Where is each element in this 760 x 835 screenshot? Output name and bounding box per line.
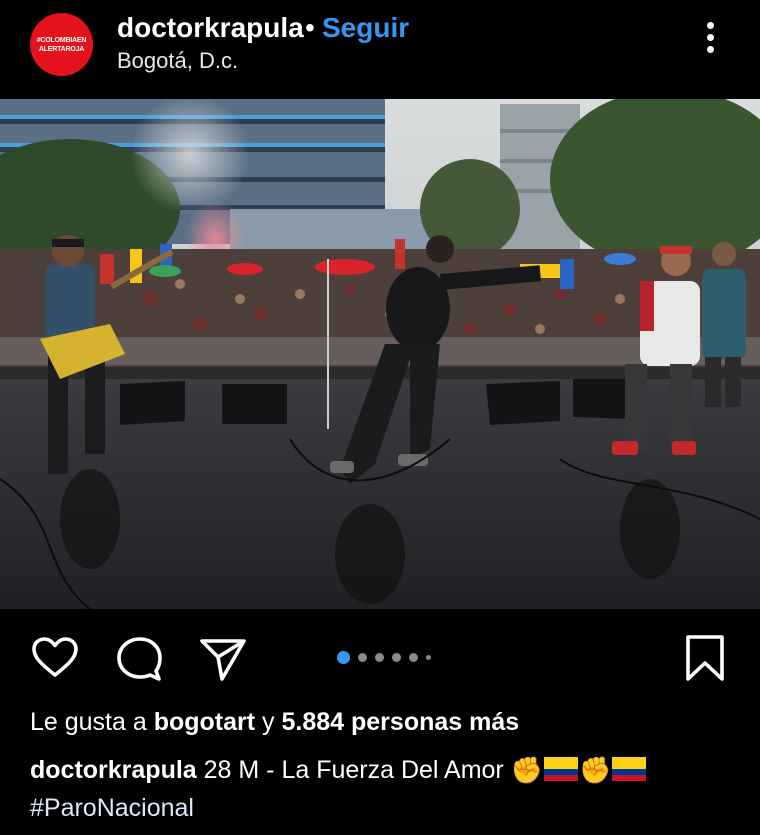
carousel-dot [426,655,431,660]
hashtag-link[interactable]: #ParoNacional [30,794,194,822]
username[interactable]: doctorkrapula [117,12,304,44]
avatar-text-line-1: #COLOMBIAEN [36,36,87,44]
share-icon[interactable] [198,633,248,683]
likes-middle: y [255,708,282,736]
caption-text: 28 M - La Fuerza Del Amor [196,756,511,784]
carousel-dot-active [337,651,350,664]
comment-icon[interactable] [114,633,164,683]
likes-count[interactable]: 5.884 personas más [282,708,520,736]
carousel-dot [392,653,401,662]
heart-icon[interactable] [30,633,80,683]
likes-prefix: Le gusta a [30,708,154,736]
carousel-dot [409,653,418,662]
post-image[interactable] [0,99,760,609]
carousel-dot [358,653,367,662]
carousel-dot [375,653,384,662]
carousel-indicator [337,651,431,664]
follow-button[interactable]: Seguir [322,12,409,44]
bookmark-icon[interactable] [680,633,730,683]
avatar[interactable]: #COLOMBIAEN ALERTAROJA [30,13,93,76]
caption: doctorkrapula 28 M - La Fuerza Del Amor … [30,751,750,827]
post-header: #COLOMBIAEN ALERTAROJA doctorkrapula • S… [0,0,760,100]
caption-username[interactable]: doctorkrapula [30,756,197,784]
avatar-text-line-2: ALERTAROJA [38,45,85,53]
more-options-icon[interactable] [698,22,722,66]
separator-dot: • [305,12,315,43]
fist-emoji: ✊ [510,755,544,785]
likes-summary[interactable]: Le gusta a bogotart y 5.884 personas más [30,708,519,737]
location[interactable]: Bogotá, D.c. [117,48,238,74]
colombia-flag-icon [612,757,647,781]
concert-photo [0,99,760,609]
colombia-flag-icon [544,757,579,781]
fist-emoji: ✊ [579,755,612,785]
liked-by-user[interactable]: bogotart [154,708,255,736]
